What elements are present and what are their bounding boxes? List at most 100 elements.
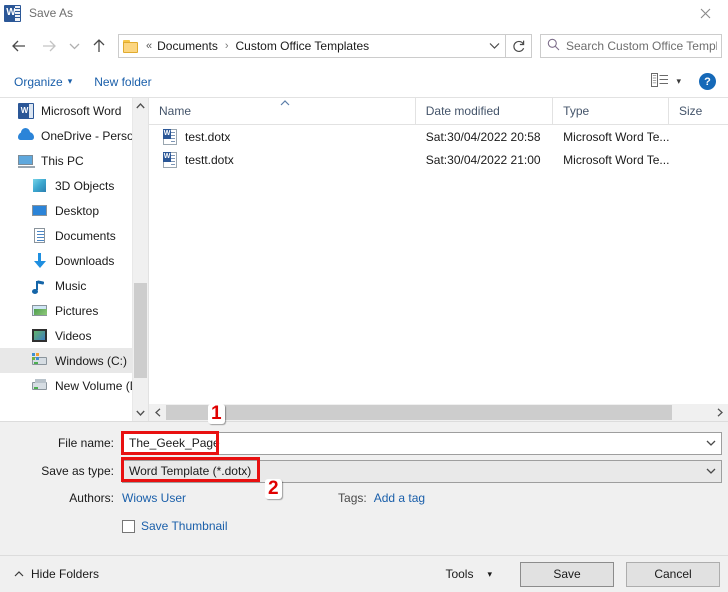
sidebar-item-microsoft-word[interactable]: Microsoft Word	[0, 98, 148, 123]
metadata-row: Authors: Wiows User Tags: Add a tag	[0, 487, 728, 509]
video-film-icon	[32, 328, 48, 344]
chevron-up-icon	[14, 569, 24, 580]
save-button[interactable]: Save	[520, 561, 614, 587]
up-button[interactable]	[84, 31, 114, 61]
scroll-right-icon[interactable]	[711, 404, 728, 421]
organize-button[interactable]: Organize ▾	[14, 75, 72, 89]
save-thumbnail-checkbox[interactable]	[122, 519, 135, 533]
close-icon[interactable]	[683, 0, 728, 26]
scroll-down-icon[interactable]	[133, 405, 148, 421]
sidebar-item-label: Videos	[55, 328, 92, 343]
file-name-value: The_Geek_Page	[129, 436, 220, 450]
documents-icon	[32, 227, 48, 244]
sidebar-item-desktop[interactable]: Desktop	[0, 198, 148, 223]
sidebar-item-downloads[interactable]: Downloads	[0, 248, 148, 273]
refresh-icon[interactable]	[506, 34, 532, 58]
tags-label: Tags:	[338, 491, 367, 505]
search-icon	[547, 38, 560, 54]
sidebar-item-label: OneDrive - Persor	[41, 128, 138, 143]
save-as-type-select[interactable]: Word Template (*.dotx)	[122, 459, 722, 483]
word-icon	[18, 102, 34, 119]
sidebar-scrollbar-thumb[interactable]	[134, 283, 147, 378]
dialog-body: Microsoft Word OneDrive - Persor This PC…	[0, 98, 728, 421]
view-layout-button[interactable]: ▾	[651, 73, 681, 90]
new-folder-label: New folder	[94, 74, 152, 89]
search-placeholder: Search Custom Office Templ...	[566, 39, 717, 53]
file-name-input[interactable]: The_Geek_Page	[122, 431, 722, 455]
dialog-footer: Hide Folders Tools ▾ Save Cancel	[0, 555, 728, 592]
breadcrumb-item-documents[interactable]: Documents	[156, 39, 219, 53]
column-header-name[interactable]: Name	[149, 98, 416, 124]
sidebar-item-3d-objects[interactable]: 3D Objects	[0, 173, 148, 198]
sidebar-scrollbar[interactable]	[132, 98, 148, 421]
hide-folders-button[interactable]: Hide Folders	[14, 567, 99, 581]
search-input[interactable]: Search Custom Office Templ...	[540, 34, 722, 58]
new-folder-button[interactable]: New folder	[94, 75, 151, 89]
sidebar-item-new-volume-d[interactable]: New Volume (D:)	[0, 373, 148, 398]
sidebar-item-this-pc[interactable]: This PC	[0, 148, 148, 173]
windows-drive-icon	[32, 352, 48, 369]
add-a-tag-link[interactable]: Add a tag	[374, 491, 425, 505]
sidebar-item-windows-c[interactable]: Windows (C:)	[0, 348, 148, 373]
forward-button[interactable]	[34, 31, 64, 61]
authors-value[interactable]: Wiows User	[122, 491, 186, 505]
horizontal-scrollbar-thumb[interactable]	[166, 405, 672, 420]
tools-label: Tools	[445, 567, 474, 581]
sidebar-item-onedrive[interactable]: OneDrive - Persor	[0, 123, 148, 148]
column-header-size[interactable]: Size	[669, 98, 728, 124]
column-header-label: Name	[159, 104, 192, 118]
column-header-type[interactable]: Type	[553, 98, 669, 124]
breadcrumb-overflow-icon[interactable]: «	[142, 40, 156, 52]
sidebar-item-videos[interactable]: Videos	[0, 323, 148, 348]
sidebar-item-documents[interactable]: Documents	[0, 223, 148, 248]
sidebar-item-label: Downloads	[55, 253, 115, 268]
window-title: Save As	[29, 6, 74, 20]
scroll-up-icon[interactable]	[133, 98, 148, 114]
scroll-left-icon[interactable]	[149, 404, 166, 421]
file-type-cell: Microsoft Word Te...	[563, 129, 669, 144]
file-list-pane: Name Date modified Type Size test.dotx S…	[148, 98, 728, 421]
address-chevron-down-icon[interactable]	[485, 40, 503, 52]
column-header-date-modified[interactable]: Date modified	[416, 98, 554, 124]
help-icon[interactable]: ?	[699, 73, 716, 90]
file-date-cell: Sat:30/04/2022 21:00	[425, 152, 541, 167]
address-bar[interactable]: « Documents › Custom Office Templates	[118, 34, 506, 58]
file-date-cell: Sat:30/04/2022 20:58	[425, 129, 541, 144]
cube-icon	[32, 178, 48, 194]
file-name-row: File name: The_Geek_Page	[0, 431, 728, 455]
horizontal-scroll-track[interactable]	[166, 404, 711, 421]
title-bar: W Save As	[0, 0, 728, 26]
desktop-icon	[32, 203, 48, 219]
sidebar-item-label: 3D Objects	[55, 178, 115, 193]
file-name-cell: testt.dotx	[149, 151, 416, 168]
sidebar-item-pictures[interactable]: Pictures	[0, 298, 148, 323]
column-header-label: Size	[679, 104, 703, 118]
cloud-icon	[18, 127, 34, 144]
back-button[interactable]	[4, 31, 34, 61]
chevron-down-icon: ▾	[67, 76, 73, 86]
chevron-down-icon[interactable]	[701, 438, 721, 449]
cancel-button[interactable]: Cancel	[626, 561, 720, 587]
file-name-label: test.dotx	[185, 129, 231, 144]
sidebar-item-label: Microsoft Word	[41, 103, 122, 118]
word-document-icon	[163, 151, 177, 168]
table-row[interactable]: test.dotx Sat:30/04/2022 20:58 Microsoft…	[149, 125, 728, 148]
word-app-icon: W	[4, 4, 21, 22]
file-list-horizontal-scrollbar[interactable]	[149, 404, 728, 421]
hide-folders-label: Hide Folders	[31, 567, 100, 581]
file-list-header: Name Date modified Type Size	[149, 98, 728, 125]
table-row[interactable]: testt.dotx Sat:30/04/2022 21:00 Microsof…	[149, 148, 728, 171]
chevron-down-icon[interactable]	[701, 466, 721, 477]
music-note-icon	[32, 278, 48, 294]
save-thumbnail-label[interactable]: Save Thumbnail	[141, 519, 228, 533]
recent-locations-button[interactable]	[64, 31, 84, 61]
sidebar-item-music[interactable]: Music	[0, 273, 148, 298]
sidebar-item-label: Windows (C:)	[55, 353, 128, 368]
tools-button[interactable]: Tools ▾	[445, 567, 492, 581]
file-name-label: testt.dotx	[185, 152, 234, 167]
sidebar-item-label: This PC	[41, 153, 84, 168]
download-arrow-icon	[32, 252, 48, 269]
sidebar-item-label: Desktop	[55, 203, 100, 218]
breadcrumb-item-custom-office-templates[interactable]: Custom Office Templates	[235, 39, 371, 53]
word-document-icon	[163, 128, 177, 145]
